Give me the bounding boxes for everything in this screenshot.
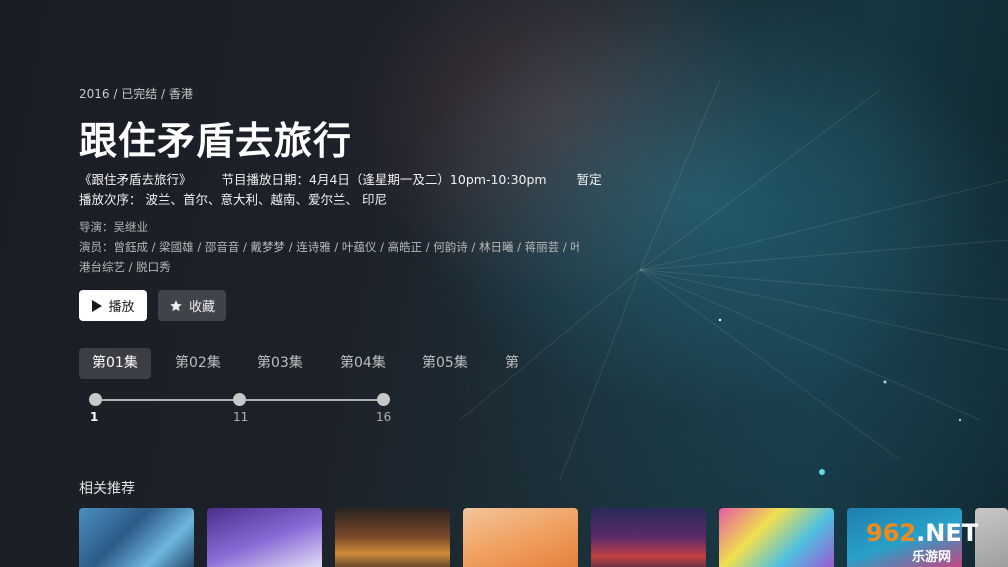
genre-tags: 港台综艺 / 脱口秀 [79, 260, 171, 274]
episode-tab-03[interactable]: 第03集 [244, 348, 316, 379]
play-button[interactable]: 播放 [79, 290, 147, 321]
slider-stop-1[interactable] [89, 393, 102, 406]
play-icon [92, 299, 103, 312]
star-icon [170, 299, 182, 311]
description-name: 《跟住矛盾去旅行》 [79, 172, 192, 187]
episode-tab-02[interactable]: 第02集 [162, 348, 234, 379]
related-thumbnail-4[interactable] [463, 508, 578, 567]
related-thumbnail-1[interactable] [79, 508, 194, 567]
description-line-1: 《跟住矛盾去旅行》 节目播放日期：4月4日（逢星期一及二）10pm-10:30pm… [79, 169, 632, 188]
cast-list: 演员：曾鈺成 / 梁國雄 / 邵音音 / 戴梦梦 / 连诗雅 / 叶蕴仪 / 高… [79, 240, 579, 254]
slider-stop-2[interactable] [233, 393, 246, 406]
episode-range-slider[interactable]: 1 11 16 [89, 393, 392, 427]
favorite-button-label: 收藏 [188, 300, 215, 315]
related-thumbnail-5[interactable] [591, 508, 706, 567]
related-section-title: 相关推荐 [79, 481, 135, 497]
watermark-suffix: .NET [916, 519, 979, 547]
slider-label-2: 11 [233, 410, 249, 424]
director: 导演：吴继业 [79, 220, 148, 234]
description-schedule: 节目播放日期：4月4日（逢星期一及二）10pm-10:30pm [221, 172, 547, 187]
watermark-number: 962 [866, 519, 917, 547]
status: 已完结 [121, 87, 158, 101]
description-tbd: 暂定 [576, 172, 602, 187]
watermark-subtitle: 乐游网 [912, 550, 952, 565]
slider-stop-3[interactable] [377, 393, 390, 406]
related-thumbnail-2[interactable] [207, 508, 322, 567]
description-line-2: 播放次序： 波兰、首尔、意大利、越南、爱尔兰、 印尼 [79, 192, 387, 207]
related-thumbnail-6[interactable] [719, 508, 834, 567]
show-title: 跟住矛盾去旅行 [79, 119, 353, 163]
episode-tab-more[interactable]: 第 [492, 348, 532, 379]
slider-label-3: 16 [376, 410, 392, 424]
episode-tab-04[interactable]: 第04集 [327, 348, 399, 379]
year: 2016 [79, 87, 110, 101]
watermark-brand: 962.NET [866, 519, 978, 547]
favorite-button[interactable]: 收藏 [158, 290, 226, 321]
episode-tab-01[interactable]: 第01集 [79, 348, 151, 379]
show-meta: 2016 / 已完结 / 香港 [79, 87, 193, 101]
episode-tab-05[interactable]: 第05集 [409, 348, 481, 379]
region: 香港 [168, 87, 193, 101]
watermark-logo: 962.NET 乐游网 [866, 519, 1006, 565]
slider-label-1: 1 [90, 410, 99, 424]
related-thumbnail-3[interactable] [335, 508, 450, 567]
play-button-label: 播放 [108, 300, 135, 315]
